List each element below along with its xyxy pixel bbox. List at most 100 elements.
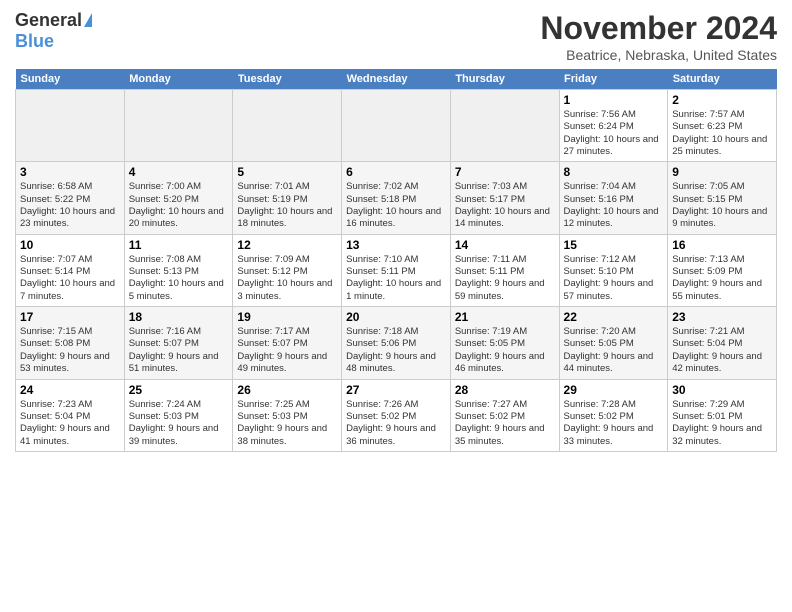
day-info: Sunrise: 7:29 AM Sunset: 5:01 PM Dayligh…: [672, 399, 772, 448]
logo-blue-text: Blue: [15, 31, 54, 52]
day-info: Sunrise: 7:08 AM Sunset: 5:13 PM Dayligh…: [129, 254, 229, 303]
day-number: 4: [129, 165, 229, 179]
calendar-cell: [233, 90, 342, 162]
calendar-cell: 18 Sunrise: 7:16 AM Sunset: 5:07 PM Dayli…: [124, 307, 233, 379]
calendar-cell: 4Sunrise: 7:00 AM Sunset: 5:20 PM Daylig…: [124, 162, 233, 234]
day-info: Sunrise: 7:09 AM Sunset: 5:12 PM Dayligh…: [237, 254, 337, 303]
header-area: General Blue November 2024 Beatrice, Neb…: [15, 10, 777, 63]
calendar-cell: 26 Sunrise: 7:25 AM Sunset: 5:03 PM Dayli…: [233, 379, 342, 451]
day-number: 13: [346, 238, 446, 252]
day-number: 5: [237, 165, 337, 179]
day-number: 9: [672, 165, 772, 179]
calendar-header-friday: Friday: [559, 69, 668, 90]
day-info: Sunrise: 7:07 AM Sunset: 5:14 PM Dayligh…: [20, 254, 120, 303]
calendar-cell: 15 Sunrise: 7:12 AM Sunset: 5:10 PM Dayli…: [559, 234, 668, 306]
calendar-cell: 13Sunrise: 7:10 AM Sunset: 5:11 PM Dayli…: [342, 234, 451, 306]
day-info: Sunrise: 7:25 AM Sunset: 5:03 PM Dayligh…: [237, 399, 337, 448]
calendar-cell: 14Sunrise: 7:11 AM Sunset: 5:11 PM Dayli…: [450, 234, 559, 306]
day-number: 19: [237, 310, 337, 324]
day-number: 20: [346, 310, 446, 324]
calendar-cell: 19Sunrise: 7:17 AM Sunset: 5:07 PM Dayli…: [233, 307, 342, 379]
day-number: 22: [564, 310, 664, 324]
day-number: 16: [672, 238, 772, 252]
location: Beatrice, Nebraska, United States: [540, 47, 777, 63]
day-info: Sunrise: 7:19 AM Sunset: 5:05 PM Dayligh…: [455, 326, 555, 375]
day-info: Sunrise: 7:18 AM Sunset: 5:06 PM Dayligh…: [346, 326, 446, 375]
day-number: 24: [20, 383, 120, 397]
day-info: Sunrise: 7:15 AM Sunset: 5:08 PM Dayligh…: [20, 326, 120, 375]
calendar-week-row: 17 Sunrise: 7:15 AM Sunset: 5:08 PM Dayli…: [16, 307, 777, 379]
calendar-header-row: SundayMondayTuesdayWednesdayThursdayFrid…: [16, 69, 777, 90]
calendar-week-row: 1 Sunrise: 7:56 AM Sunset: 6:24 PM Daylig…: [16, 90, 777, 162]
day-info: Sunrise: 7:57 AM Sunset: 6:23 PM Dayligh…: [672, 109, 772, 158]
calendar-header-wednesday: Wednesday: [342, 69, 451, 90]
calendar-cell: 25 Sunrise: 7:24 AM Sunset: 5:03 PM Dayli…: [124, 379, 233, 451]
day-info: Sunrise: 7:12 AM Sunset: 5:10 PM Dayligh…: [564, 254, 664, 303]
calendar-cell: 27 Sunrise: 7:26 AM Sunset: 5:02 PM Dayli…: [342, 379, 451, 451]
day-info: Sunrise: 7:26 AM Sunset: 5:02 PM Dayligh…: [346, 399, 446, 448]
day-number: 10: [20, 238, 120, 252]
logo-triangle-icon: [84, 13, 92, 27]
day-number: 28: [455, 383, 555, 397]
calendar-cell: 10 Sunrise: 7:07 AM Sunset: 5:14 PM Dayli…: [16, 234, 125, 306]
calendar-cell: 5 Sunrise: 7:01 AM Sunset: 5:19 PM Daylig…: [233, 162, 342, 234]
day-info: Sunrise: 7:11 AM Sunset: 5:11 PM Dayligh…: [455, 254, 555, 303]
day-number: 6: [346, 165, 446, 179]
day-info: Sunrise: 7:03 AM Sunset: 5:17 PM Dayligh…: [455, 181, 555, 230]
day-info: Sunrise: 7:27 AM Sunset: 5:02 PM Dayligh…: [455, 399, 555, 448]
calendar-cell: 8 Sunrise: 7:04 AM Sunset: 5:16 PM Daylig…: [559, 162, 668, 234]
calendar-cell: [450, 90, 559, 162]
calendar-cell: 22 Sunrise: 7:20 AM Sunset: 5:05 PM Dayli…: [559, 307, 668, 379]
day-number: 26: [237, 383, 337, 397]
month-title: November 2024: [540, 10, 777, 47]
calendar-cell: 24 Sunrise: 7:23 AM Sunset: 5:04 PM Dayli…: [16, 379, 125, 451]
title-area: November 2024 Beatrice, Nebraska, United…: [540, 10, 777, 63]
day-info: Sunrise: 7:13 AM Sunset: 5:09 PM Dayligh…: [672, 254, 772, 303]
calendar-cell: 29 Sunrise: 7:28 AM Sunset: 5:02 PM Dayli…: [559, 379, 668, 451]
calendar-cell: 20 Sunrise: 7:18 AM Sunset: 5:06 PM Dayli…: [342, 307, 451, 379]
calendar-cell: 28 Sunrise: 7:27 AM Sunset: 5:02 PM Dayli…: [450, 379, 559, 451]
calendar-cell: 2Sunrise: 7:57 AM Sunset: 6:23 PM Daylig…: [668, 90, 777, 162]
main-container: General Blue November 2024 Beatrice, Neb…: [0, 0, 792, 457]
calendar-week-row: 24 Sunrise: 7:23 AM Sunset: 5:04 PM Dayli…: [16, 379, 777, 451]
day-info: Sunrise: 7:20 AM Sunset: 5:05 PM Dayligh…: [564, 326, 664, 375]
calendar-cell: 23Sunrise: 7:21 AM Sunset: 5:04 PM Dayli…: [668, 307, 777, 379]
day-number: 30: [672, 383, 772, 397]
day-info: Sunrise: 7:24 AM Sunset: 5:03 PM Dayligh…: [129, 399, 229, 448]
calendar-cell: 7Sunrise: 7:03 AM Sunset: 5:17 PM Daylig…: [450, 162, 559, 234]
calendar-week-row: 3 Sunrise: 6:58 AM Sunset: 5:22 PM Daylig…: [16, 162, 777, 234]
day-info: Sunrise: 7:02 AM Sunset: 5:18 PM Dayligh…: [346, 181, 446, 230]
day-number: 15: [564, 238, 664, 252]
calendar-cell: 6 Sunrise: 7:02 AM Sunset: 5:18 PM Daylig…: [342, 162, 451, 234]
day-info: Sunrise: 7:01 AM Sunset: 5:19 PM Dayligh…: [237, 181, 337, 230]
calendar-cell: [16, 90, 125, 162]
calendar-cell: 3 Sunrise: 6:58 AM Sunset: 5:22 PM Daylig…: [16, 162, 125, 234]
logo: General Blue: [15, 10, 92, 52]
calendar-cell: 12Sunrise: 7:09 AM Sunset: 5:12 PM Dayli…: [233, 234, 342, 306]
day-number: 25: [129, 383, 229, 397]
calendar-cell: 17 Sunrise: 7:15 AM Sunset: 5:08 PM Dayli…: [16, 307, 125, 379]
day-info: Sunrise: 7:56 AM Sunset: 6:24 PM Dayligh…: [564, 109, 664, 158]
day-number: 29: [564, 383, 664, 397]
calendar-cell: [124, 90, 233, 162]
day-info: Sunrise: 7:05 AM Sunset: 5:15 PM Dayligh…: [672, 181, 772, 230]
calendar-header-sunday: Sunday: [16, 69, 125, 90]
day-info: Sunrise: 7:28 AM Sunset: 5:02 PM Dayligh…: [564, 399, 664, 448]
day-info: Sunrise: 7:23 AM Sunset: 5:04 PM Dayligh…: [20, 399, 120, 448]
day-info: Sunrise: 7:04 AM Sunset: 5:16 PM Dayligh…: [564, 181, 664, 230]
day-number: 8: [564, 165, 664, 179]
day-number: 3: [20, 165, 120, 179]
day-info: Sunrise: 6:58 AM Sunset: 5:22 PM Dayligh…: [20, 181, 120, 230]
day-info: Sunrise: 7:16 AM Sunset: 5:07 PM Dayligh…: [129, 326, 229, 375]
day-number: 17: [20, 310, 120, 324]
day-number: 18: [129, 310, 229, 324]
calendar-header-tuesday: Tuesday: [233, 69, 342, 90]
day-number: 27: [346, 383, 446, 397]
day-number: 1: [564, 93, 664, 107]
calendar-table: SundayMondayTuesdayWednesdayThursdayFrid…: [15, 69, 777, 452]
calendar-header-saturday: Saturday: [668, 69, 777, 90]
day-number: 11: [129, 238, 229, 252]
calendar-week-row: 10 Sunrise: 7:07 AM Sunset: 5:14 PM Dayli…: [16, 234, 777, 306]
calendar-cell: [342, 90, 451, 162]
calendar-cell: 9 Sunrise: 7:05 AM Sunset: 5:15 PM Daylig…: [668, 162, 777, 234]
